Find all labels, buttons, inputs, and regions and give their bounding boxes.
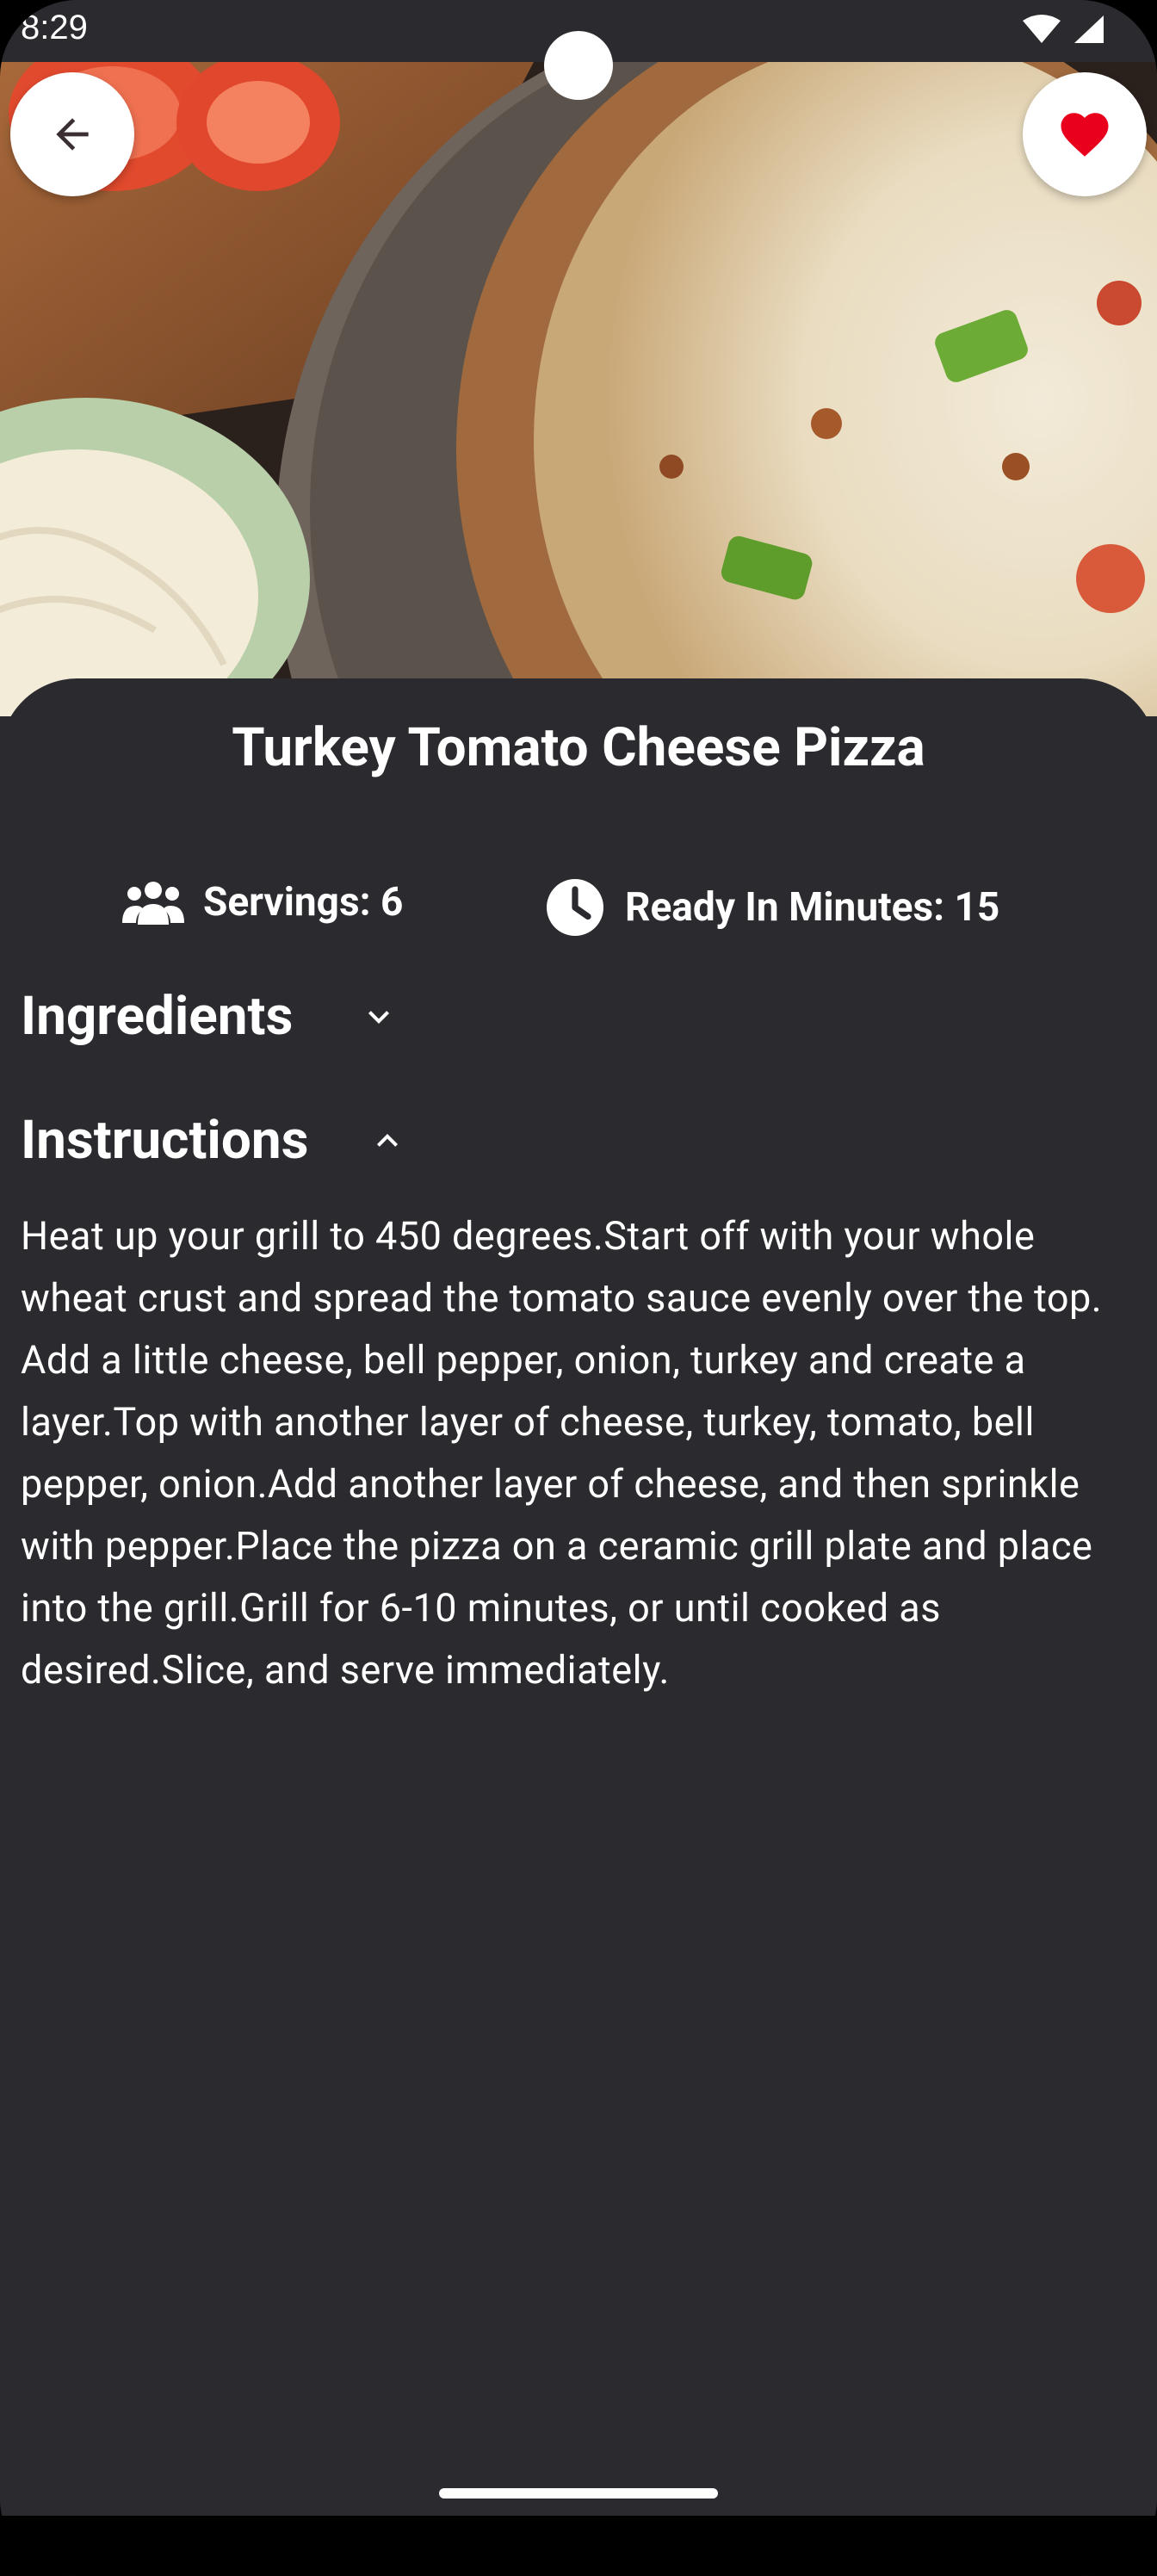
camera-cutout bbox=[544, 31, 613, 100]
signal-icon bbox=[1074, 15, 1104, 43]
chevron-down-icon bbox=[358, 996, 399, 1037]
heart-icon bbox=[1061, 113, 1109, 157]
group-icon bbox=[122, 876, 184, 928]
recipe-title: Turkey Tomato Cheese Pizza bbox=[232, 716, 925, 779]
ready-label: Ready In Minutes: 15 bbox=[625, 884, 1000, 931]
instructions-body: Heat up your grill to 450 degrees.Start … bbox=[21, 1213, 1103, 1693]
back-button[interactable] bbox=[10, 72, 134, 196]
ingredients-toggle[interactable]: Ingredients bbox=[21, 985, 399, 1048]
recipe-image bbox=[0, 62, 1157, 716]
ready-time-info: Ready In Minutes: 15 bbox=[544, 876, 999, 938]
status-time: 8:29 bbox=[21, 9, 88, 46]
clock-icon bbox=[544, 876, 606, 938]
recipe-detail-screen: 8:29 Turkey Tomato Cheese Pizza Servings… bbox=[0, 0, 1157, 2576]
navigation-bar bbox=[0, 2516, 1157, 2576]
status-icons bbox=[1021, 14, 1105, 45]
arrow-left-icon bbox=[56, 118, 89, 151]
ingredients-heading: Ingredients bbox=[21, 985, 294, 1048]
home-indicator[interactable] bbox=[439, 2488, 718, 2499]
favorite-button[interactable] bbox=[1023, 72, 1147, 196]
wifi-icon bbox=[1023, 15, 1061, 43]
servings-info: Servings: 6 bbox=[122, 876, 403, 928]
instructions-toggle[interactable]: Instructions bbox=[21, 1109, 408, 1172]
servings-label: Servings: 6 bbox=[203, 879, 404, 926]
chevron-up-icon bbox=[367, 1120, 408, 1161]
pizza-photo bbox=[0, 62, 1157, 716]
instructions-heading: Instructions bbox=[21, 1109, 309, 1172]
